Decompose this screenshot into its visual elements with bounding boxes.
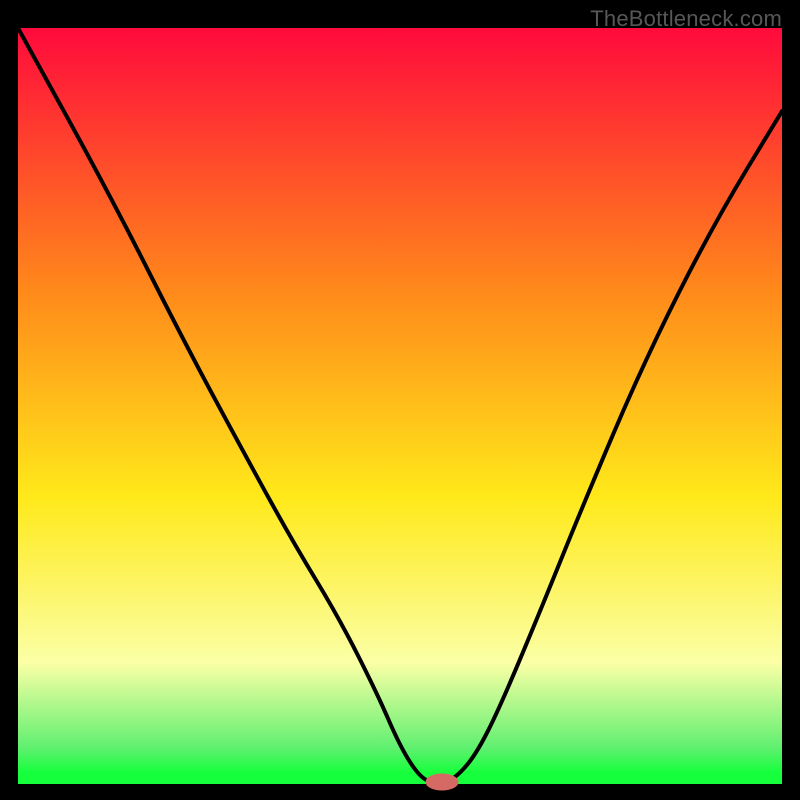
bottleneck-curve-chart bbox=[0, 0, 800, 800]
chart-container: TheBottleneck.com bbox=[0, 0, 800, 800]
watermark-text: TheBottleneck.com bbox=[590, 6, 782, 32]
optimum-marker bbox=[426, 774, 458, 790]
plot-background-gradient bbox=[18, 28, 782, 784]
